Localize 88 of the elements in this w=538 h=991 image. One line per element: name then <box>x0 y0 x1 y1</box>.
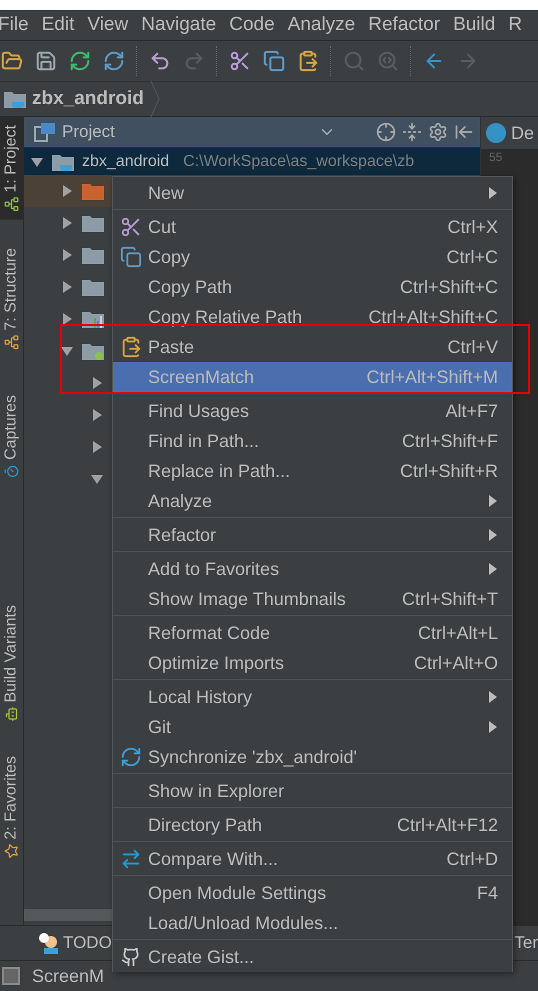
context-menu-item[interactable]: Replace in Path... Ctrl+Shift+R <box>113 456 512 486</box>
collapsed-arrow-icon[interactable] <box>60 184 74 198</box>
folder-icon <box>82 182 104 200</box>
copy-icon <box>120 246 142 268</box>
menu-bar-item[interactable]: Code <box>229 14 275 36</box>
context-menu-item[interactable]: Local History <box>113 682 512 712</box>
line-number: 55 <box>488 150 504 164</box>
floppy-disk-icon[interactable] <box>34 49 58 73</box>
tool-window-tab[interactable]: Captures <box>0 387 23 488</box>
context-menu-item[interactable]: Git <box>113 712 512 742</box>
context-menu-item[interactable]: Reformat Code Ctrl+Alt+L <box>113 618 512 648</box>
context-menu-item[interactable]: Open Module Settings F4 <box>113 878 512 908</box>
star-icon <box>4 843 19 858</box>
folder-icon <box>82 214 104 232</box>
breadcrumb-separator-icon <box>150 81 160 117</box>
collapsed-arrow-icon[interactable] <box>60 312 74 326</box>
tool-window-tab[interactable]: 7: Structure <box>0 240 23 358</box>
todo-person-icon <box>38 932 60 954</box>
menu-bar-item[interactable]: Build <box>453 14 496 36</box>
tool-window-tab[interactable]: Build Variants <box>0 597 23 730</box>
context-menu-item[interactable]: Cut Ctrl+X <box>113 212 512 242</box>
tool-window-tab[interactable]: Ter <box>514 933 538 953</box>
tool-window-tab[interactable]: 2: Favorites <box>0 748 23 866</box>
context-menu-item[interactable]: New <box>113 178 512 208</box>
collapse-icon[interactable] <box>402 122 422 142</box>
sync-icon <box>120 746 142 768</box>
collapsed-arrow-icon[interactable] <box>90 440 104 454</box>
context-menu-item[interactable]: Directory Path Ctrl+Alt+F12 <box>113 810 512 840</box>
menu-bar-item[interactable]: Analyze <box>288 14 356 36</box>
submenu-arrow-icon <box>488 528 498 542</box>
context-menu-item[interactable]: Show in Explorer <box>113 776 512 806</box>
submenu-arrow-icon <box>488 562 498 576</box>
submenu-arrow-icon <box>488 690 498 704</box>
context-menu-item[interactable]: Load/Unload Modules... <box>113 908 512 938</box>
context-menu-item[interactable]: Copy Path Ctrl+Shift+C <box>113 272 512 302</box>
context-menu-item[interactable]: Find Usages Alt+F7 <box>113 396 512 426</box>
folder-icon <box>82 342 104 360</box>
submenu-arrow-icon <box>488 186 498 200</box>
folder-icon <box>52 152 74 170</box>
context-menu-item[interactable]: Show Image Thumbnails Ctrl+Shift+T <box>113 584 512 614</box>
toggle-panel-icon[interactable] <box>2 967 20 985</box>
tool-window-tab[interactable]: TODO <box>38 932 112 954</box>
breadcrumb-item[interactable]: zbx_android <box>32 88 144 110</box>
context-menu-item[interactable]: Synchronize 'zbx_android' <box>113 742 512 772</box>
status-text: ScreenM <box>32 966 104 986</box>
compare-arrows-icon <box>120 848 142 870</box>
folder-icon <box>82 278 104 296</box>
context-menu-item[interactable]: Compare With... Ctrl+D <box>113 844 512 874</box>
context-menu-item[interactable]: Paste Ctrl+V <box>113 332 512 362</box>
menu-bar-item[interactable]: Navigate <box>141 14 216 36</box>
tool-window-tab[interactable]: 1: Project <box>0 117 23 220</box>
menu-bar-item[interactable]: R <box>508 14 522 36</box>
sync-icon[interactable] <box>102 49 126 73</box>
collapsed-arrow-icon[interactable] <box>90 408 104 422</box>
settings-icon[interactable] <box>428 122 448 142</box>
stopwatch-icon <box>4 464 19 480</box>
context-menu-item[interactable]: Optimize Imports Ctrl+Alt+O <box>113 648 512 678</box>
collapsed-arrow-icon[interactable] <box>60 248 74 262</box>
collapsed-arrow-icon[interactable] <box>90 376 104 390</box>
sync-icon[interactable] <box>68 49 92 73</box>
expanded-arrow-icon[interactable] <box>60 344 74 358</box>
panel-title: Project <box>62 122 116 142</box>
structure-icon <box>4 334 19 350</box>
tree-item-label[interactable]: zbx_android <box>82 152 170 170</box>
menu-bar-item[interactable]: Refactor <box>368 14 440 36</box>
folder-icon <box>4 90 26 108</box>
submenu-arrow-icon <box>488 720 498 734</box>
crosshair-icon[interactable] <box>376 122 396 142</box>
context-menu-item[interactable]: Create Gist... <box>113 942 512 972</box>
collapsed-arrow-icon[interactable] <box>60 280 74 294</box>
context-menu-item[interactable]: Analyze <box>113 486 512 516</box>
collapsed-arrow-icon[interactable] <box>60 216 74 230</box>
context-menu-item[interactable]: Copy Ctrl+C <box>113 242 512 272</box>
github-icon <box>120 947 140 967</box>
scissors-icon <box>120 216 142 238</box>
menu-bar-item[interactable]: Edit <box>42 14 74 36</box>
copy-icon[interactable] <box>262 49 286 73</box>
folder-icon <box>82 246 104 264</box>
context-menu-item[interactable]: Refactor <box>113 520 512 550</box>
project-view-icon <box>34 122 56 142</box>
submenu-arrow-icon <box>488 494 498 508</box>
tree-item-path: C:\WorkSpace\as_workspace\zb <box>183 152 414 170</box>
menu-bar-item[interactable]: View <box>87 14 128 36</box>
context-menu-item[interactable]: Add to Favorites <box>113 554 512 584</box>
class-icon <box>485 122 507 144</box>
expanded-arrow-icon[interactable] <box>90 472 104 486</box>
context-menu-item[interactable]: Find in Path... Ctrl+Shift+F <box>113 426 512 456</box>
editor-tab[interactable]: De <box>481 117 538 150</box>
